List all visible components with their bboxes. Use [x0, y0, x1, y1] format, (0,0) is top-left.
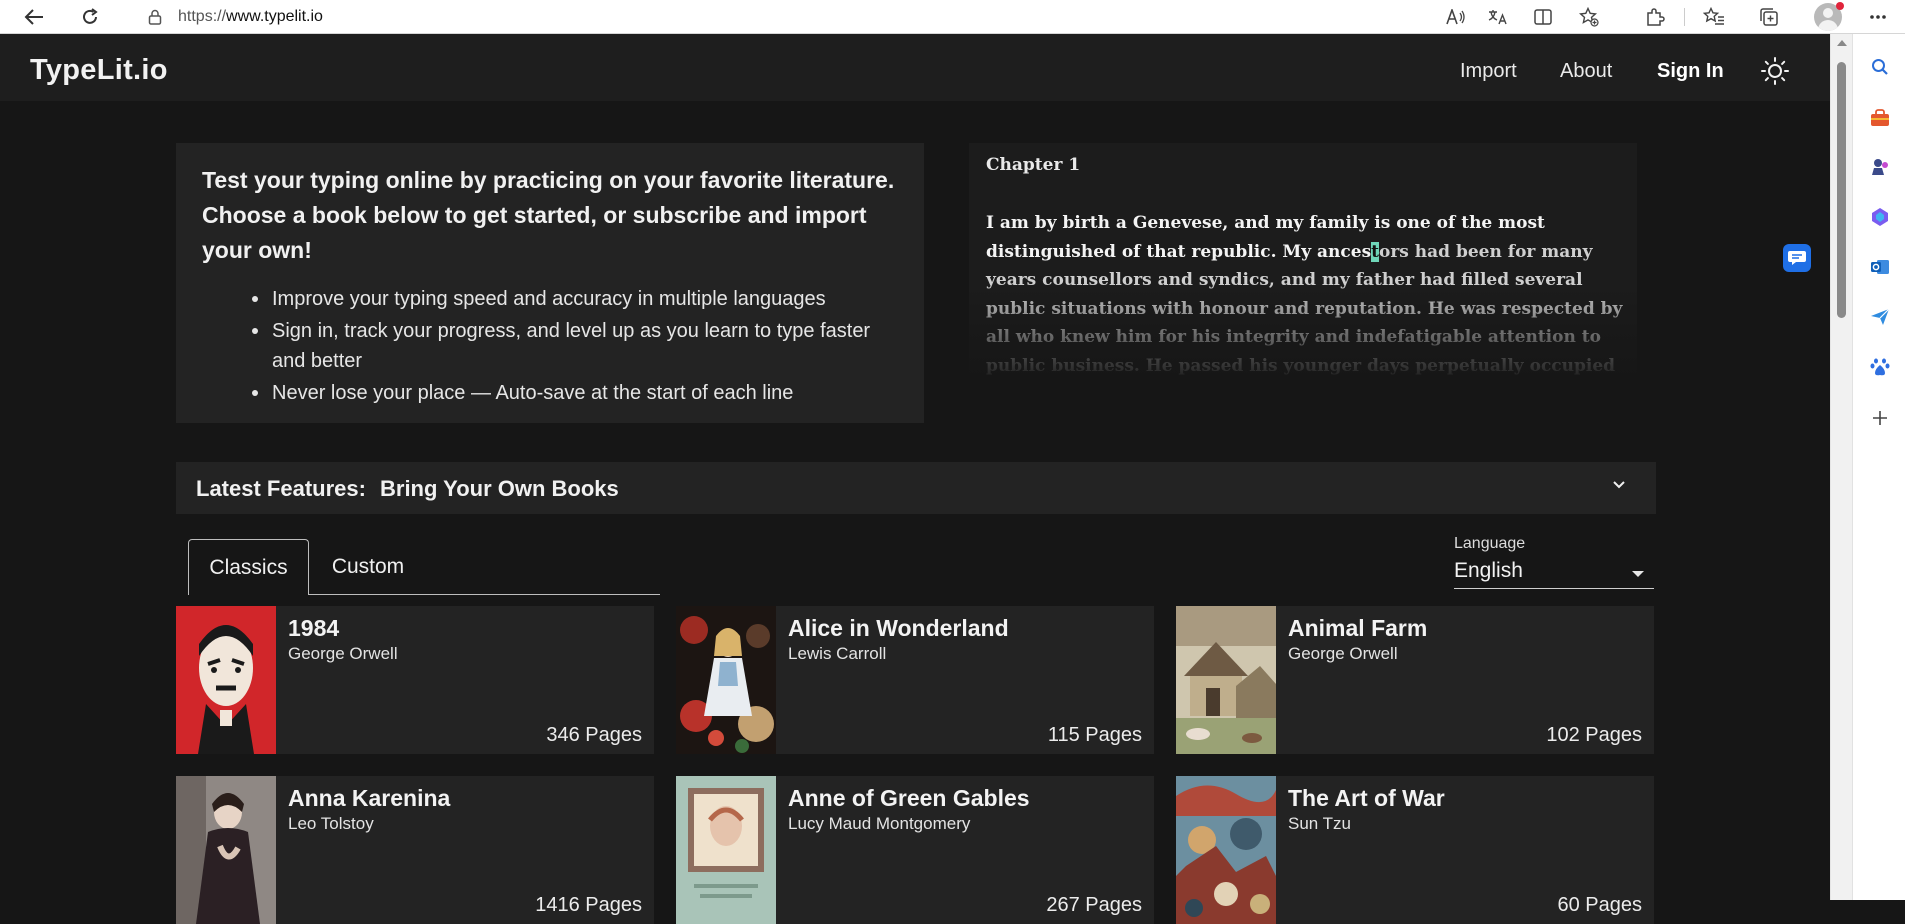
tab-classics[interactable]: Classics [188, 539, 309, 595]
book-author: Sun Tzu [1288, 814, 1352, 833]
address-bar[interactable]: https://www.typelit.io [126, 2, 1586, 31]
tab-custom[interactable]: Custom [318, 539, 418, 595]
book-title: Anne of Green Gables [788, 785, 1030, 811]
book-author: George Orwell [1288, 644, 1398, 663]
lock-icon[interactable] [148, 9, 162, 25]
book-cover-art-of-war [1176, 776, 1276, 924]
more-icon[interactable] [1865, 5, 1891, 29]
notification-dot [1836, 2, 1844, 10]
add-favorite-icon[interactable] [1576, 5, 1602, 29]
book-author: Leo Tolstoy [288, 814, 374, 833]
book-card-anne-of-green-gables[interactable]: Anne of Green Gables Lucy Maud Montgomer… [676, 776, 1154, 924]
book-card-1984[interactable]: 1984 George Orwell 346 Pages [176, 606, 654, 754]
outlook-icon[interactable] [1869, 256, 1891, 278]
chevron-down-icon[interactable] [1612, 478, 1626, 492]
typing-preview: Chapter 1 I am by birth a Genevese, and … [969, 143, 1637, 378]
book-page-count: 102 Pages [1546, 724, 1642, 746]
intro-card: Test your typing online by practicing on… [176, 143, 924, 423]
site-logo[interactable]: TypeLit.io [30, 54, 168, 87]
book-page-count: 1416 Pages [535, 894, 642, 916]
features-value: Bring Your Own Books [380, 476, 619, 501]
theme-toggle-sun-icon[interactable] [1760, 56, 1790, 86]
add-icon[interactable] [1869, 407, 1891, 429]
book-cover-animal-farm [1176, 606, 1276, 754]
book-card-animal-farm[interactable]: Animal Farm George Orwell 102 Pages [1176, 606, 1654, 754]
url-scheme: https:// [178, 7, 227, 25]
preview-fade-overlay [969, 283, 1637, 378]
book-card-alice-in-wonderland[interactable]: Alice in Wonderland Lewis Carroll 115 Pa… [676, 606, 1154, 754]
book-cover-alice [676, 606, 776, 754]
site-header: TypeLit.io Import About Sign In [0, 34, 1830, 101]
book-card-the-art-of-war[interactable]: The Art of War Sun Tzu 60 Pages [1176, 776, 1654, 924]
scroll-thumb[interactable] [1837, 62, 1846, 318]
language-selected-value: English [1454, 559, 1523, 582]
latest-features-accordion[interactable]: Latest Features: Bring Your Own Books [176, 462, 1656, 514]
intro-heading: Test your typing online by practicing on… [202, 167, 895, 263]
games-icon[interactable] [1869, 156, 1891, 178]
back-icon[interactable] [20, 4, 48, 30]
caret-down-icon [1632, 571, 1644, 577]
refresh-icon[interactable] [76, 4, 104, 30]
book-title: The Art of War [1288, 785, 1445, 811]
split-screen-icon[interactable] [1530, 5, 1556, 29]
language-label: Language [1454, 535, 1526, 552]
translate-icon[interactable] [1485, 5, 1511, 29]
book-cover-anna-karenina [176, 776, 276, 924]
book-page-count: 267 Pages [1046, 894, 1142, 916]
search-icon[interactable] [1869, 56, 1891, 78]
feature-list-item: Improve your typing speed and accuracy i… [252, 284, 892, 314]
copilot-icon[interactable] [1869, 206, 1891, 228]
book-title: 1984 [288, 615, 340, 641]
preview-chapter-title: Chapter 1 [986, 155, 1081, 175]
nav-import-link[interactable]: Import [1460, 60, 1517, 83]
book-title: Alice in Wonderland [788, 615, 1009, 641]
shopping-icon[interactable] [1869, 107, 1891, 129]
page-scrollbar[interactable] [1830, 34, 1852, 900]
favorites-icon[interactable] [1701, 5, 1727, 29]
browser-sidebar [1852, 34, 1905, 900]
book-author: Lewis Carroll [788, 644, 887, 663]
page-content: Test your typing online by practicing on… [0, 101, 1830, 924]
toolbar-divider [1684, 8, 1685, 26]
features-label: Latest Features: [196, 476, 366, 501]
book-author: George Orwell [288, 644, 398, 663]
send-icon[interactable] [1869, 306, 1891, 328]
extensions-icon[interactable] [1642, 5, 1668, 29]
scroll-up-arrow-icon[interactable] [1837, 40, 1847, 46]
tabs-underline [309, 594, 660, 595]
feature-list-item: Sign in, track your progress, and level … [252, 316, 892, 376]
book-title: Anna Karenina [288, 785, 451, 811]
nav-sign-in-link[interactable]: Sign In [1657, 60, 1724, 83]
book-page-count: 115 Pages [1047, 724, 1142, 746]
url-domain: www.typelit.io [226, 7, 323, 25]
book-cover-anne [676, 776, 776, 924]
feature-list: Improve your typing speed and accuracy i… [252, 284, 892, 410]
collections-icon[interactable] [1756, 5, 1782, 29]
book-author: Lucy Maud Montgomery [788, 814, 971, 833]
feature-list-item: Never lose your place — Auto-save at the… [252, 378, 892, 408]
language-select[interactable]: English [1454, 557, 1654, 589]
nav-about-link[interactable]: About [1560, 60, 1612, 83]
book-title: Animal Farm [1288, 615, 1428, 641]
book-card-anna-karenina[interactable]: Anna Karenina Leo Tolstoy 1416 Pages [176, 776, 654, 924]
book-cover-1984 [176, 606, 276, 754]
typing-cursor: t [1371, 241, 1380, 262]
read-aloud-icon[interactable] [1443, 5, 1469, 29]
url-text[interactable]: https://www.typelit.io [178, 8, 323, 26]
floating-translate-button[interactable] [1783, 244, 1811, 272]
baidu-icon[interactable] [1869, 356, 1891, 378]
browser-toolbar: https://www.typelit.io [0, 0, 1905, 34]
book-page-count: 346 Pages [546, 724, 642, 746]
book-page-count: 60 Pages [1557, 894, 1642, 916]
